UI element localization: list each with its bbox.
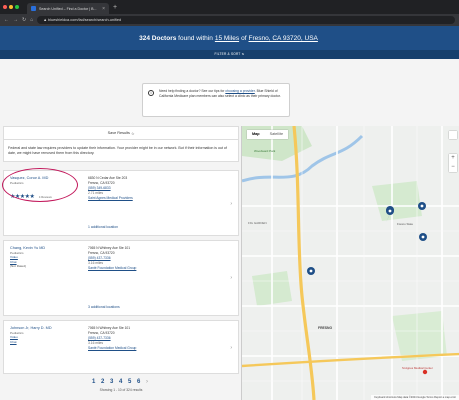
chevron-right-icon[interactable]: › [230,201,232,207]
page-4[interactable]: 4 [119,379,124,385]
marker-dot [388,209,392,213]
chat-link[interactable]: Chat [10,340,74,345]
marker-dot [420,204,424,208]
page-1[interactable]: 1 [92,379,97,385]
close-tab-icon[interactable]: × [102,6,105,12]
info-icon: i [148,90,154,96]
filter-sort-label: FILTER & SORT [214,52,241,56]
browser-tab[interactable]: Search Unified – Find a Doctor | B... × [27,3,109,14]
browser-window: Search Unified – Find a Doctor | B... × … [0,0,459,400]
zoom-in-button[interactable]: + [449,154,457,163]
back-icon[interactable]: ← [4,17,9,23]
doctor-card[interactable]: Chang, Kevin Yu MD Pediatrics Video Chat… [3,240,239,316]
window-controls[interactable] [3,5,19,9]
url-input[interactable]: ▲ blueshieldca.com/fad/search/search-uni… [37,16,455,24]
map-label: Woodward Park [254,149,276,153]
page-5[interactable]: 5 [128,379,133,385]
forward-icon[interactable]: → [13,17,18,23]
save-results-label: Save Results [107,131,130,135]
map-label: Fresno State [397,222,414,226]
medical-group-link[interactable]: Santé Foundation Medical Group [88,346,216,351]
doctor-address-block: 7065 N Whitney Ave Ste 101 Fresno, CA 93… [88,326,216,351]
tab-bar: Search Unified – Find a Doctor | B... × … [0,0,459,14]
bookmark-icon: ☆ [131,131,135,136]
disclaimer-text: Federal and state law requires providers… [3,140,239,162]
marker-dot [421,235,425,239]
fullscreen-icon[interactable] [449,131,457,139]
filter-sort-button[interactable]: FILTER & SORT ⇅ [0,50,459,59]
results-count-text: Showing 1 - 10 of 324 results [99,388,143,392]
save-results-button[interactable]: Save Results ☆ [3,126,239,140]
zoom-controls[interactable]: + − [449,154,457,172]
reload-icon[interactable]: ↻ [22,17,26,23]
map-label: St Agnes Medical Center [402,366,433,370]
doctor-address-block: 7065 N Whitney Ave Ste 101 Fresno, CA 93… [88,246,216,271]
chevron-right-icon[interactable]: › [230,345,232,351]
home-icon[interactable]: ⌂ [30,17,33,23]
doctor-address-block: 6830 N Cedar Ave Ste 203 Fresno, CA 9372… [88,176,216,201]
map-tab[interactable]: Map [247,130,265,139]
filter-icon: ⇅ [241,52,245,56]
next-page-icon[interactable]: › [146,379,150,385]
additional-locations-link[interactable]: 1 additional location [88,225,118,229]
medical-group-link[interactable]: Santé Foundation Medical Group [88,266,216,271]
distance-link[interactable]: 15 Miles [215,35,239,42]
new-tab-icon[interactable]: + [113,4,117,11]
close-window-icon[interactable] [3,5,7,9]
map-attribution[interactable]: Keyboard shortcuts Map data ©2024 Google… [371,395,459,400]
help-info-box: i Need help finding a doctor? See our ti… [142,83,290,117]
satellite-tab[interactable]: Satellite [265,130,289,139]
map-label: FIG GARDEN [248,221,267,225]
marker-dot [309,269,313,273]
tab-title: Search Unified – Find a Doctor | B... [39,6,97,11]
doctor-count: 324 Doctors [139,34,177,42]
page-6[interactable]: 6 [137,379,142,385]
address-bar-row: ← → ↻ ⌂ ▲ blueshieldca.com/fad/search/se… [0,14,459,26]
doctor-card[interactable]: Johnson Jr, Harry D. MD Pediatrics Video… [3,320,239,374]
info-text: Need help finding a doctor? See our tips… [159,89,284,111]
info-text-1: Need help finding a doctor? See our tips… [159,89,225,93]
highlight-ellipse [2,168,78,202]
found-within-text: found within [178,34,213,42]
choosing-provider-link[interactable]: choosing a provider [225,89,254,93]
favicon-icon [31,6,36,11]
results-header: 324 Doctors found within 15 Miles of Fre… [0,26,459,50]
maximize-window-icon[interactable] [15,5,19,9]
zoom-out-button[interactable]: − [449,163,457,172]
rating-status: (Not Rated) [10,264,26,268]
map-canvas[interactable] [242,126,459,400]
medical-group-link[interactable]: Saint Agnes Medical Providers [88,196,216,201]
of-text: of [241,34,247,42]
chevron-right-icon[interactable]: › [230,275,232,281]
page-2[interactable]: 2 [101,379,106,385]
map-type-toggle[interactable]: Map Satellite [247,130,289,139]
pagination: 1 2 3 4 5 6 › Showing 1 - 10 of 324 resu… [3,374,239,400]
map-panel[interactable]: Map Satellite + − Woodward Park FIG GARD… [241,126,459,400]
additional-locations-link[interactable]: 3 additional locations [88,305,120,309]
minimize-window-icon[interactable] [9,5,13,9]
map-label: FRESNO [318,326,333,330]
location-link[interactable]: Fresno, CA 93720, USA [249,35,318,42]
hospital-marker-icon[interactable] [422,369,428,375]
page-3[interactable]: 3 [110,379,115,385]
